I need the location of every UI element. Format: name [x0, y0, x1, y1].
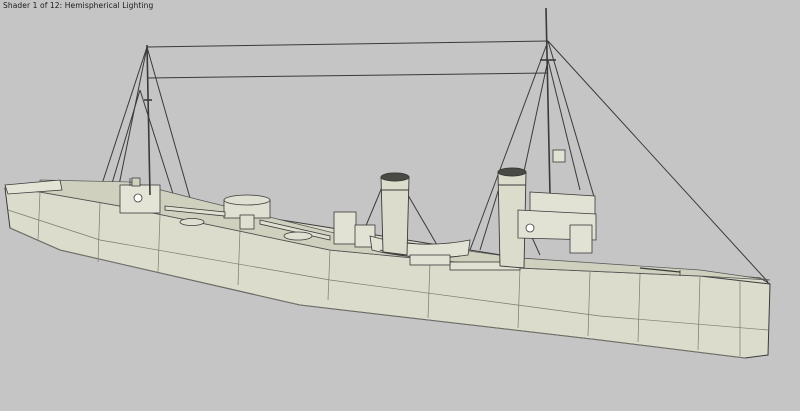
main-mast: [540, 7, 566, 196]
fore-mast: [144, 44, 152, 196]
ship-model-render[interactable]: [0, 0, 800, 411]
render-viewport[interactable]: Shader 1 of 12: Hemispherical Lighting: [0, 0, 800, 411]
